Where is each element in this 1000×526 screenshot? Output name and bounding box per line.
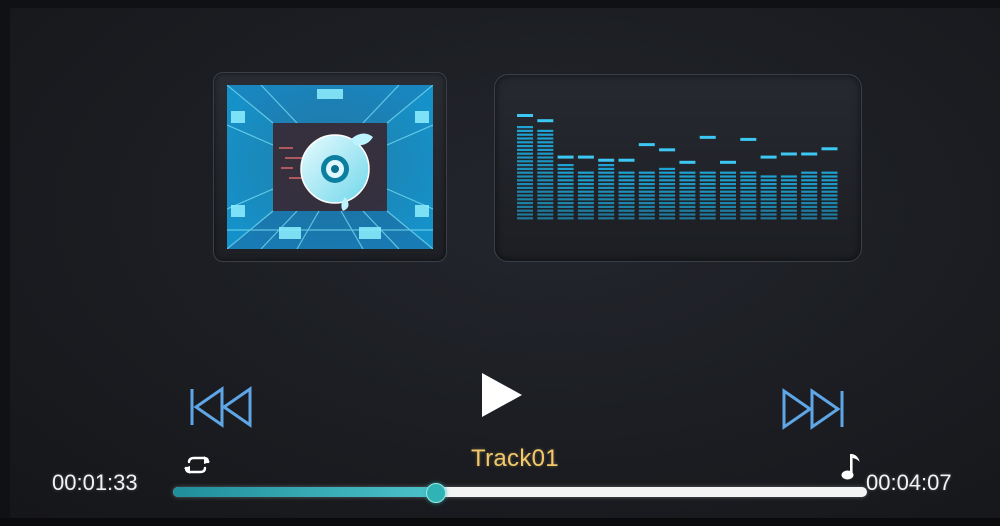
eq-band-9 xyxy=(679,160,696,220)
eq-band-14 xyxy=(780,152,797,220)
cd-disc-icon xyxy=(227,85,433,249)
eq-band-1 xyxy=(517,114,533,220)
eq-peak-8 xyxy=(659,148,676,152)
eq-peak-9 xyxy=(679,160,696,164)
eq-band-16 xyxy=(821,147,838,220)
eq-peak-7 xyxy=(638,143,655,147)
next-track-button[interactable] xyxy=(780,387,848,431)
skip-next-icon xyxy=(782,388,844,430)
eq-band-5 xyxy=(598,158,615,220)
equalizer-visualizer xyxy=(517,114,838,220)
eq-peak-14 xyxy=(780,152,797,156)
eq-band-3 xyxy=(557,155,574,220)
album-art-panel xyxy=(213,72,447,262)
previous-track-button[interactable] xyxy=(188,385,256,429)
player-screen: Track01 xyxy=(10,8,1000,518)
eq-band-2 xyxy=(537,119,554,220)
play-button[interactable] xyxy=(478,371,526,419)
eq-peak-12 xyxy=(740,137,757,141)
eq-peak-2 xyxy=(537,119,554,123)
eq-peak-10 xyxy=(699,135,716,139)
screen-bezel xyxy=(0,518,1000,526)
eq-peak-3 xyxy=(557,155,574,159)
eq-peak-11 xyxy=(720,160,736,164)
music-note-icon xyxy=(840,452,862,487)
eq-peak-13 xyxy=(760,155,777,159)
eq-band-15 xyxy=(801,152,818,220)
eq-band-8 xyxy=(659,148,676,220)
skip-previous-icon xyxy=(190,386,252,428)
eq-band-11 xyxy=(720,160,736,220)
eq-peak-15 xyxy=(801,152,818,156)
seek-bar[interactable] xyxy=(173,483,867,503)
elapsed-time: 00:01:33 xyxy=(52,470,138,495)
eq-peak-6 xyxy=(618,158,635,162)
eq-band-13 xyxy=(760,155,777,220)
eq-peak-4 xyxy=(577,155,594,159)
eq-band-7 xyxy=(638,143,655,220)
eq-peak-16 xyxy=(821,147,838,151)
eq-band-4 xyxy=(577,155,594,220)
eq-band-6 xyxy=(618,158,635,220)
eq-peak-5 xyxy=(598,158,615,162)
eq-band-12 xyxy=(740,137,757,220)
equalizer-panel xyxy=(494,74,862,262)
eq-band-10 xyxy=(699,135,716,220)
play-icon xyxy=(482,373,522,417)
repeat-icon xyxy=(184,456,210,474)
seek-bar-thumb[interactable] xyxy=(425,483,446,503)
total-time: 00:04:07 xyxy=(866,470,952,495)
track-title: Track01 xyxy=(471,445,559,472)
eq-peak-1 xyxy=(517,114,533,117)
repeat-button[interactable] xyxy=(183,454,211,476)
seek-bar-progress xyxy=(173,487,435,497)
